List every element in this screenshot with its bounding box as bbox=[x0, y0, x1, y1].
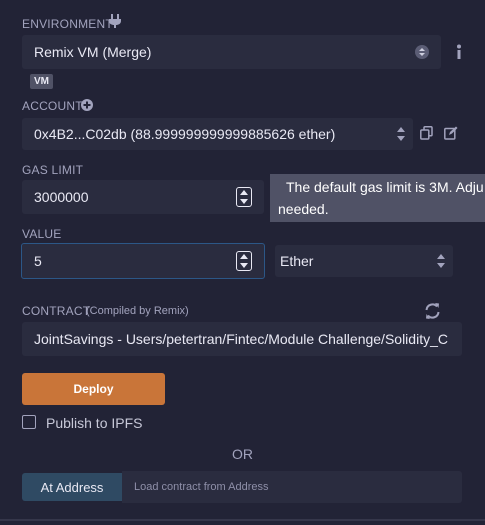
value-amount: 5 bbox=[34, 253, 42, 269]
vm-badge: VM bbox=[30, 74, 53, 89]
contract-value: JointSavings - Users/petertran/Fintec/Mo… bbox=[34, 331, 448, 347]
contract-sublabel: (Compiled by Remix) bbox=[86, 305, 189, 317]
publish-ipfs-checkbox[interactable] bbox=[22, 415, 36, 429]
select-arrows-icon bbox=[397, 127, 405, 141]
refresh-icon[interactable] bbox=[424, 302, 441, 320]
environment-value: Remix VM (Merge) bbox=[34, 44, 152, 60]
at-address-input[interactable]: Load contract from Address bbox=[122, 471, 462, 503]
value-input[interactable]: 5 bbox=[21, 243, 265, 279]
select-arrows-icon bbox=[415, 45, 429, 59]
value-unit-select[interactable]: Ether bbox=[275, 245, 453, 277]
number-spinner-icon[interactable] bbox=[236, 251, 252, 271]
gas-limit-label: GAS LIMIT bbox=[22, 163, 84, 177]
environment-select[interactable]: Remix VM (Merge) bbox=[22, 35, 441, 69]
info-icon[interactable] bbox=[455, 44, 463, 60]
environment-label: ENVIRONMENT bbox=[22, 17, 113, 31]
or-divider: OR bbox=[232, 446, 253, 462]
publish-ipfs-label: Publish to IPFS bbox=[46, 415, 143, 431]
select-arrows-icon bbox=[437, 254, 445, 268]
tooltip-line-2: needed. bbox=[278, 201, 329, 217]
at-address-button[interactable]: At Address bbox=[22, 473, 122, 501]
account-select[interactable]: 0x4B2...C02db (88.999999999999885626 eth… bbox=[22, 118, 413, 150]
value-label: VALUE bbox=[22, 227, 62, 241]
value-unit: Ether bbox=[280, 253, 314, 269]
bottom-divider bbox=[0, 519, 485, 521]
number-spinner-icon[interactable] bbox=[236, 187, 252, 207]
tooltip-line-1: The default gas limit is 3M. Adju bbox=[286, 179, 484, 195]
gas-limit-tooltip: The default gas limit is 3M. Adju needed… bbox=[270, 174, 485, 222]
plug-icon bbox=[109, 14, 121, 28]
account-value: 0x4B2...C02db (88.999999999999885626 eth… bbox=[34, 126, 336, 142]
contract-select[interactable]: JointSavings - Users/petertran/Fintec/Mo… bbox=[22, 322, 462, 356]
plus-circle-icon[interactable] bbox=[81, 99, 93, 111]
at-address-placeholder: Load contract from Address bbox=[134, 481, 269, 493]
gas-limit-value: 3000000 bbox=[34, 189, 89, 205]
contract-label: CONTRACT bbox=[22, 304, 91, 318]
deploy-button[interactable]: Deploy bbox=[22, 373, 165, 405]
account-label: ACCOUNT bbox=[22, 99, 83, 113]
copy-icon[interactable] bbox=[420, 126, 433, 140]
edit-icon[interactable] bbox=[444, 126, 458, 140]
gas-limit-input[interactable]: 3000000 bbox=[22, 180, 264, 214]
